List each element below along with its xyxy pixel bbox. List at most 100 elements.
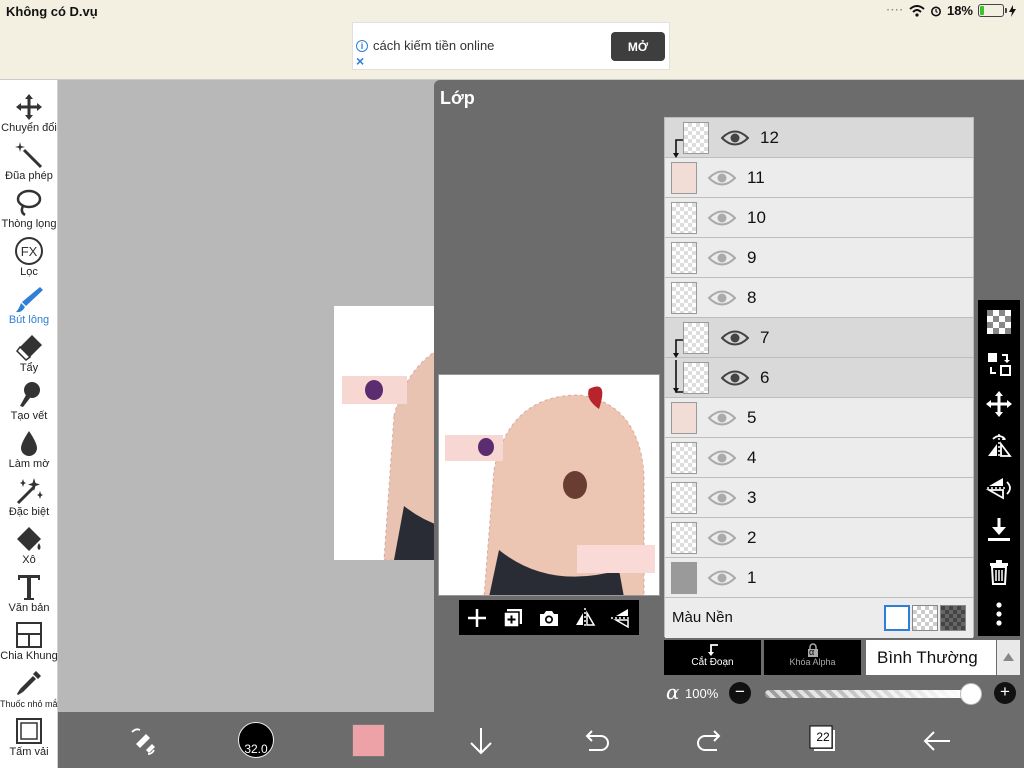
more-options-icon[interactable] xyxy=(985,600,1013,628)
flip-horizontal-icon[interactable] xyxy=(573,606,597,630)
layer-row[interactable]: 10 xyxy=(665,198,973,238)
visibility-eye-icon[interactable] xyxy=(708,447,736,469)
flip-layer-vertical-icon[interactable] xyxy=(985,474,1013,502)
blend-mode-caret[interactable] xyxy=(997,640,1020,675)
layer-list[interactable]: 12 11 10 9 8 7 6 5 4 3 2 1 Màu Nền xyxy=(664,117,974,638)
visibility-eye-icon[interactable] xyxy=(721,367,749,389)
merge-down-icon[interactable] xyxy=(985,516,1013,544)
layer-row[interactable]: 8 xyxy=(665,278,973,318)
visibility-eye-icon[interactable] xyxy=(708,567,736,589)
layer-number: 6 xyxy=(760,368,770,387)
current-color-swatch[interactable] xyxy=(352,724,385,757)
layer-thumbnail xyxy=(671,202,697,234)
layer-row[interactable]: 1 xyxy=(665,558,973,598)
tool-transform[interactable]: Chuyển đổi xyxy=(0,92,58,140)
alpha-lock-symbol: α xyxy=(809,647,815,657)
layer-row[interactable]: 5 xyxy=(665,398,973,438)
fx-filter-icon: FX xyxy=(15,237,43,265)
add-layer-icon[interactable] xyxy=(465,606,489,630)
layer-row[interactable]: 11 xyxy=(665,158,973,198)
tool-blur[interactable]: Làm mờ xyxy=(0,428,58,476)
opacity-increase-button[interactable]: + xyxy=(994,682,1016,704)
tool-brush[interactable]: Bút lông xyxy=(0,284,58,332)
opacity-decrease-button[interactable]: − xyxy=(729,682,751,704)
opacity-slider[interactable] xyxy=(765,690,965,698)
redo-icon[interactable] xyxy=(693,724,727,758)
visibility-eye-icon[interactable] xyxy=(721,127,749,149)
bucket-icon xyxy=(17,527,41,551)
move-icon xyxy=(16,94,42,120)
layer-number: 3 xyxy=(747,488,757,507)
layer-row[interactable]: 2 xyxy=(665,518,973,558)
layer-thumbnail xyxy=(671,162,697,194)
camera-icon[interactable] xyxy=(537,606,561,630)
clipping-arrow-icon xyxy=(707,644,718,656)
tool-bucket[interactable]: Xô xyxy=(0,524,58,572)
eraser-icon xyxy=(16,335,42,361)
opacity-slider-knob[interactable] xyxy=(960,683,982,705)
blend-mode-select[interactable]: Bình Thường xyxy=(866,640,996,675)
layer-row[interactable]: 3 xyxy=(665,478,973,518)
visibility-eye-icon[interactable] xyxy=(708,247,736,269)
undo-icon[interactable] xyxy=(579,724,613,758)
layer-row[interactable]: 6 xyxy=(665,358,973,398)
clip-arrow-icon xyxy=(673,139,683,158)
bg-swatch-dark[interactable] xyxy=(940,605,966,631)
alpha-lock-button[interactable]: α Khóa Alpha xyxy=(764,640,861,675)
layers-button[interactable]: 22 xyxy=(809,725,836,752)
ad-banner[interactable]: i × cách kiếm tiền online MỞ xyxy=(352,22,670,70)
clip-arrow-icon xyxy=(673,339,683,358)
tool-lasso[interactable]: Thòng lọng xyxy=(0,188,58,236)
tool-magic-wand[interactable]: Đũa phép xyxy=(0,140,58,188)
layer-number: 12 xyxy=(760,128,779,147)
trash-icon[interactable] xyxy=(985,558,1013,586)
flip-layer-horizontal-icon[interactable] xyxy=(985,432,1013,460)
layer-row[interactable]: 9 xyxy=(665,238,973,278)
ad-close-icon[interactable]: × xyxy=(356,54,364,68)
layer-number: 2 xyxy=(747,528,757,547)
layer-number: 1 xyxy=(747,568,757,587)
tool-filter[interactable]: FX Lọc xyxy=(0,236,58,284)
visibility-eye-icon[interactable] xyxy=(708,407,736,429)
ad-open-button[interactable]: MỞ xyxy=(611,32,665,61)
visibility-eye-icon[interactable] xyxy=(708,287,736,309)
opacity-alpha-symbol: α xyxy=(666,680,680,704)
tool-label: Xô xyxy=(22,554,36,566)
tool-canvas[interactable]: Tấm vải xyxy=(0,716,58,764)
quick-tool-icon[interactable] xyxy=(126,724,160,758)
checker-icon[interactable] xyxy=(985,308,1013,336)
tool-frame-divider[interactable]: Chia Khung xyxy=(0,620,58,668)
bg-swatch-transparent[interactable] xyxy=(912,605,938,631)
layer-thumbnail xyxy=(683,122,709,154)
tool-special[interactable]: Đặc biệt xyxy=(0,476,58,524)
back-arrow-icon[interactable] xyxy=(920,724,954,758)
layer-number: 10 xyxy=(747,208,766,227)
duplicate-layer-icon[interactable] xyxy=(501,606,525,630)
tool-label: Chuyển đổi xyxy=(1,122,57,134)
layer-thumbnail xyxy=(671,282,697,314)
visibility-eye-icon[interactable] xyxy=(708,527,736,549)
tool-text[interactable]: Văn bản xyxy=(0,572,58,620)
visibility-eye-icon[interactable] xyxy=(708,207,736,229)
layer-transform-icon[interactable] xyxy=(985,350,1013,378)
clipping-button[interactable]: Cắt Đoạn xyxy=(664,640,761,675)
visibility-eye-icon[interactable] xyxy=(708,487,736,509)
visibility-eye-icon[interactable] xyxy=(708,167,736,189)
layer-number: 8 xyxy=(747,288,757,307)
arrow-down-icon[interactable] xyxy=(464,724,498,758)
wifi-icon xyxy=(909,4,925,17)
layer-row[interactable]: 12 xyxy=(665,118,973,158)
bg-swatch-white[interactable] xyxy=(884,605,910,631)
tool-smudge[interactable]: Tạo vết xyxy=(0,380,58,428)
layer-thumbnail xyxy=(683,322,709,354)
ad-info-icon[interactable]: i xyxy=(356,40,368,52)
visibility-eye-icon[interactable] xyxy=(721,327,749,349)
brush-size-indicator[interactable]: 32.0 xyxy=(238,722,274,758)
tool-eraser[interactable]: Tẩy xyxy=(0,332,58,380)
blur-drop-icon xyxy=(21,431,37,456)
layer-row[interactable]: 4 xyxy=(665,438,973,478)
layer-row[interactable]: 7 xyxy=(665,318,973,358)
tool-eyedropper[interactable]: Thuốc nhỏ mắt xyxy=(0,668,60,716)
move-layer-icon[interactable] xyxy=(985,390,1013,418)
flip-vertical-icon[interactable] xyxy=(609,606,633,630)
